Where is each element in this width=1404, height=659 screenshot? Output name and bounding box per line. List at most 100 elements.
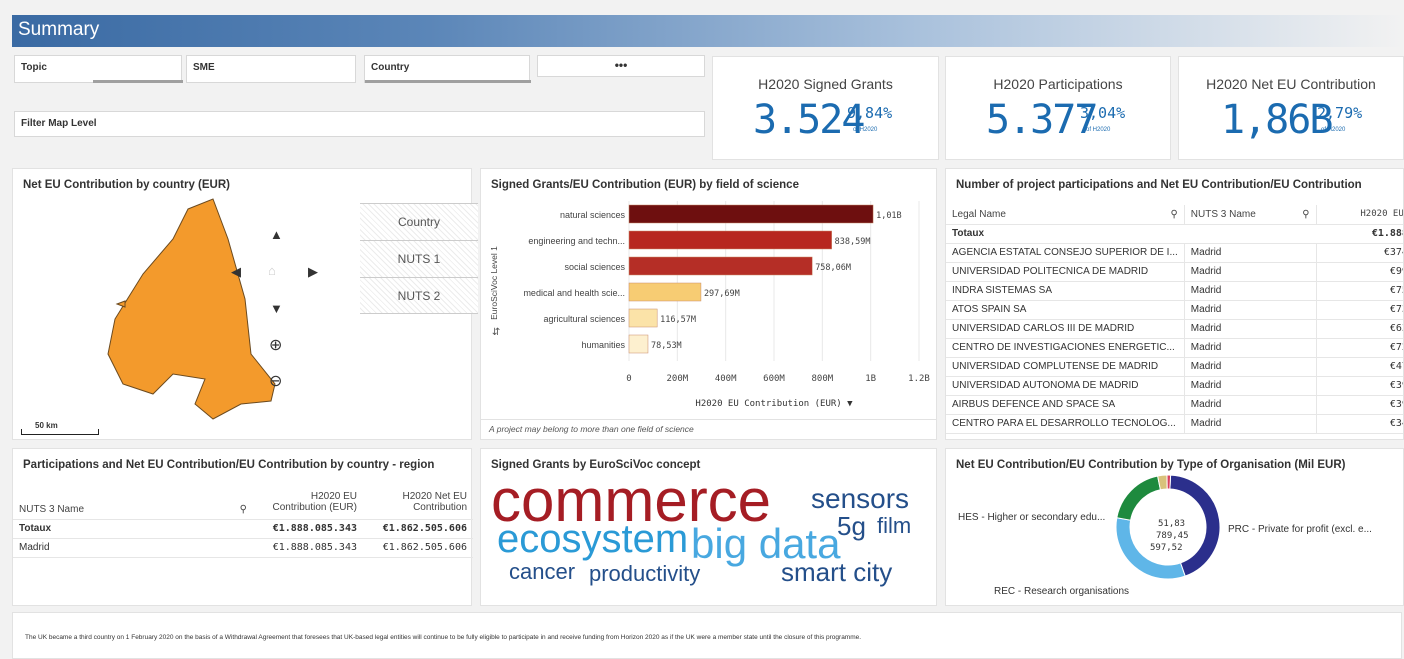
data-label: 1,01B: [876, 211, 902, 221]
category-label: humanities: [581, 340, 625, 350]
participations-panel: Number of project participations and Net…: [945, 168, 1404, 440]
label-prc: PRC - Private for profit (excl. e...: [1228, 524, 1372, 535]
kpi-title: H2020 Net EU Contribution: [1206, 76, 1376, 92]
kpi-subtext: of H2020: [1086, 127, 1111, 133]
search-icon[interactable]: ⚲: [1170, 209, 1177, 220]
header-eu-contribution[interactable]: H2020 EU Contribution (EUR): [253, 485, 363, 520]
search-icon[interactable]: ⚲: [240, 504, 247, 515]
kpi-subtext: of H2020: [1321, 127, 1346, 133]
bar[interactable]: [628, 230, 832, 250]
bar[interactable]: [628, 282, 702, 302]
table-row[interactable]: UNIVERSIDAD COMPLUTENSE DE MADRID Madrid €…: [946, 357, 1403, 377]
nuts3-cell: Madrid: [1184, 414, 1317, 434]
table-row[interactable]: ATOS SPAIN SAMadrid€73.2: [946, 300, 1403, 320]
word-5g[interactable]: 5g: [837, 513, 866, 539]
word-smart-city[interactable]: smart city: [781, 559, 892, 585]
chart-footnote-text: A project may belong to more than one fi…: [489, 424, 694, 434]
data-label: 78,53M: [651, 341, 682, 351]
more-filters-button[interactable]: •••: [537, 55, 705, 77]
table-row[interactable]: INDRA SISTEMAS SAMadrid€75.8: [946, 281, 1403, 301]
header-nuts3[interactable]: NUTS 3 Name ⚲: [13, 485, 253, 520]
madrid-region-map[interactable]: [13, 179, 313, 439]
table-row[interactable]: CENTRO DE INVESTIGACIONES ENERGETIC... Ma…: [946, 338, 1403, 358]
sme-filter-label: SME: [193, 62, 215, 73]
word-cancer[interactable]: cancer: [509, 561, 575, 583]
table-row[interactable]: UNIVERSIDAD AUTONOMA DE MADRIDMadrid€39.…: [946, 376, 1403, 396]
contribution-cell: €73.2: [1316, 300, 1403, 320]
search-icon[interactable]: ⚲: [1302, 209, 1309, 220]
home-icon[interactable]: ⌂: [268, 263, 276, 278]
category-label: engineering and techn...: [528, 236, 625, 246]
level-nuts1-button[interactable]: NUTS 1: [360, 240, 478, 277]
topic-filter[interactable]: Topic: [14, 55, 183, 83]
header-eu-contribution[interactable]: H2020 EU Co: [1316, 205, 1403, 225]
zoom-out-icon[interactable]: ⊖: [269, 371, 282, 391]
word-sensors[interactable]: sensors: [811, 485, 909, 513]
level-country-button[interactable]: Country: [360, 203, 478, 240]
region-panel: Participations and Net EU Contribution/E…: [12, 448, 473, 606]
header-nuts3[interactable]: NUTS 3 Name ⚲: [1184, 205, 1317, 225]
legal-name-cell: INDRA SISTEMAS SA: [946, 281, 1185, 301]
field-chart-title: Signed Grants/EU Contribution (EUR) by f…: [491, 179, 799, 191]
category-label: agricultural sciences: [543, 314, 625, 324]
kpi-signed-grants[interactable]: H2020 Signed Grants 3.524 9,84% of H2020: [712, 56, 939, 160]
bar[interactable]: [628, 204, 874, 224]
bar[interactable]: [628, 334, 649, 354]
title-bar: Summary: [12, 15, 1404, 47]
x-tick-label: 600M: [763, 374, 785, 384]
nuts3-cell: Madrid: [1184, 319, 1317, 339]
category-label: natural sciences: [560, 210, 626, 220]
participations-title: Number of project participations and Net…: [956, 179, 1362, 191]
category-label: social sciences: [564, 262, 625, 272]
nuts3-cell: Madrid: [1184, 376, 1317, 396]
data-label: 116,57M: [660, 315, 696, 325]
country-filter[interactable]: Country: [364, 55, 531, 83]
pan-down-icon[interactable]: ▼: [270, 301, 283, 316]
table-row[interactable]: AGENCIA ESTATAL CONSEJO SUPERIOR DE I...…: [946, 243, 1403, 263]
topic-filter-label: Topic: [21, 62, 47, 73]
level-nuts2-button[interactable]: NUTS 2: [360, 277, 478, 314]
x-tick-label: 1.2B: [908, 374, 930, 384]
kpi-percent: 2,79%: [1317, 104, 1363, 122]
y-axis-label: EuroSciVoc Level 1: [489, 246, 499, 320]
bar[interactable]: [628, 308, 658, 328]
legal-name-cell: UNIVERSIDAD COMPLUTENSE DE MADRID: [946, 357, 1185, 377]
nuts3-cell: Madrid: [1184, 281, 1317, 301]
zoom-in-icon[interactable]: ⊕: [269, 335, 282, 355]
table-row[interactable]: CENTRO PARA EL DESARROLLO TECNOLOG... Mad…: [946, 414, 1403, 434]
header-net-eu-contribution[interactable]: H2020 Net EU Contribution: [363, 485, 473, 520]
kpi-participations[interactable]: H2020 Participations 5.377 3,04% of H202…: [945, 56, 1171, 160]
donut-value-2: 789,45: [1156, 531, 1189, 541]
page-title: Summary: [18, 19, 100, 40]
table-header: Legal Name⚲ NUTS 3 Name⚲ H2020 EU Co: [946, 205, 1403, 225]
map-level-filter[interactable]: Filter Map Level: [14, 111, 705, 137]
donut-value-1: 51,83: [1158, 519, 1186, 529]
table-row[interactable]: UNIVERSIDAD POLITECNICA DE MADRID Madrid €…: [946, 262, 1403, 282]
region-shape[interactable]: [107, 198, 276, 420]
bar[interactable]: [628, 256, 813, 276]
table-row[interactable]: Madrid €1.888.085.343 €1.862.505.606: [13, 538, 473, 558]
sme-filter[interactable]: SME: [186, 55, 356, 83]
word-ecosystem[interactable]: ecosystem: [497, 519, 688, 559]
donut-segment[interactable]: [1166, 474, 1172, 490]
kpi-title: H2020 Signed Grants: [758, 76, 893, 92]
kpi-net-eu-contribution[interactable]: H2020 Net EU Contribution 1,86B 2,79% of…: [1178, 56, 1404, 160]
x-tick-label: 1B: [865, 374, 876, 384]
word-productivity[interactable]: productivity: [589, 563, 700, 585]
data-label: 838,59M: [835, 237, 871, 247]
legal-name-cell: AIRBUS DEFENCE AND SPACE SA: [946, 395, 1185, 415]
pan-right-icon[interactable]: ▶: [308, 264, 318, 280]
header-legal-name[interactable]: Legal Name ⚲: [946, 205, 1185, 225]
data-label: 297,69M: [704, 289, 740, 299]
contribution-cell: €39.9: [1316, 376, 1403, 396]
label-hes: HES - Higher or secondary edu...: [958, 512, 1106, 523]
pan-up-icon[interactable]: ▲: [270, 227, 283, 242]
kpi-percent: 3,04%: [1080, 104, 1126, 122]
table-row[interactable]: UNIVERSIDAD CARLOS III DE MADRID Madrid €6…: [946, 319, 1403, 339]
word-film[interactable]: film: [877, 515, 911, 537]
pan-left-icon[interactable]: ◀: [231, 264, 241, 280]
table-row[interactable]: AIRBUS DEFENCE AND SPACE SAMadrid€39.0: [946, 395, 1403, 415]
donut-segment[interactable]: [1116, 475, 1162, 521]
field-bar-chart[interactable]: 0 200M 400M 600M 800M 1B 1.2B natural sciences 1…: [481, 195, 936, 420]
kpi-title: H2020 Participations: [993, 76, 1123, 92]
